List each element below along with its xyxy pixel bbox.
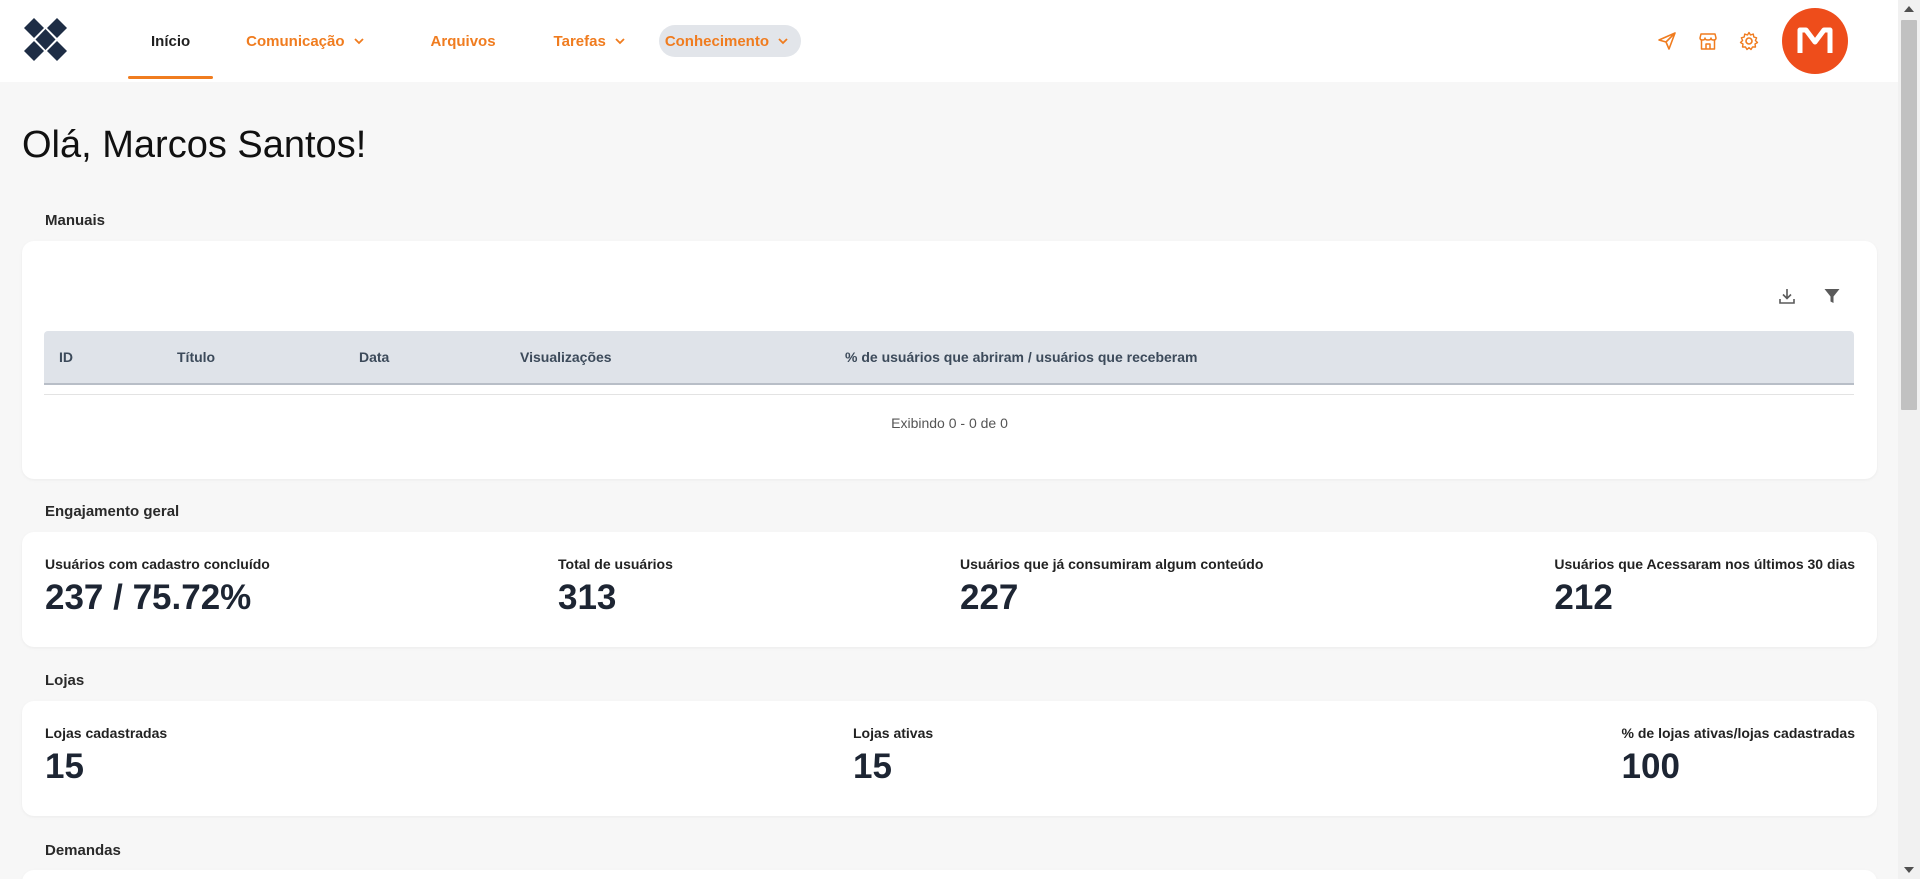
table-tools [1753,285,1843,307]
column-header-id[interactable]: ID [59,331,73,383]
stat-value: 100 [1621,747,1680,786]
chevron-down-icon [353,38,364,45]
chevron-down-icon [615,38,625,45]
gear-icon[interactable] [1738,30,1760,52]
filter-icon[interactable] [1821,285,1843,307]
stat-label: Usuários que Acessaram nos últimos 30 di… [1554,556,1855,572]
column-header-titulo[interactable]: Título [177,331,215,383]
stat-cadastro-concluido: Usuários com cadastro concluído 237 / 75… [45,556,270,618]
stat-value: 313 [558,578,617,617]
nav-conhecimento[interactable]: Conhecimento [658,0,801,82]
stat-value: 15 [45,747,84,786]
avatar-m-glyph [1797,27,1833,53]
stat-label: Total de usuários [558,556,673,572]
top-navbar: Início Comunicação Arquivos Tarefas Conh… [0,0,1898,82]
stat-label: Usuários que já consumiram algum conteúd… [960,556,1264,572]
manuais-table-header: ID Título Data Visualizações % de usuári… [44,331,1854,385]
download-icon[interactable] [1776,285,1798,307]
engajamento-card: Usuários com cadastro concluído 237 / 75… [22,532,1877,647]
nav-comunicacao[interactable]: Comunicação [223,0,387,82]
pagination-summary: Exibindo 0 - 0 de 0 [891,415,1008,431]
manuais-card: ID Título Data Visualizações % de usuári… [22,241,1877,479]
stat-value: 15 [853,747,892,786]
nav-conhecimento-pill: Conhecimento [658,25,801,57]
nav-inicio[interactable]: Início [128,0,214,82]
nav-comunicacao-label: Comunicação [246,32,345,50]
nav-tarefas-label: Tarefas [553,32,606,50]
nav-tarefas[interactable]: Tarefas [531,0,649,82]
table-divider [44,394,1854,395]
nav-conhecimento-label: Conhecimento [664,32,769,50]
stat-label: Usuários com cadastro concluído [45,556,270,572]
nav-inicio-label: Início [151,32,191,50]
page-scrollbar[interactable] [1898,0,1920,879]
send-icon[interactable] [1656,30,1678,52]
stat-lojas-cadastradas: Lojas cadastradas 15 [45,725,167,787]
nav-arquivos-label: Arquivos [430,32,496,50]
stat-label: Lojas cadastradas [45,725,168,741]
scroll-thumb[interactable] [1901,20,1917,410]
section-title-engajamento: Engajamento geral [45,503,180,520]
stat-value: 237 / 75.72% [45,578,252,617]
scroll-up-arrow[interactable] [1904,6,1914,12]
header-actions [1637,0,1848,82]
stat-acessaram-30-dias: Usuários que Acessaram nos últimos 30 di… [1554,556,1855,618]
stat-consumiram-conteudo: Usuários que já consumiram algum conteúd… [960,556,1263,618]
stat-value: 212 [1554,578,1613,617]
demandas-card [22,870,1877,879]
section-title-demandas: Demandas [45,842,121,859]
main-nav: Início Comunicação Arquivos Tarefas Conh… [128,0,801,82]
stat-value: 227 [960,578,1019,617]
logo-icon[interactable] [22,18,69,62]
stat-lojas-ativas: Lojas ativas 15 [853,725,933,787]
column-header-visualizacoes[interactable]: Visualizações [520,331,612,383]
column-header-percentual[interactable]: % de usuários que abriram / usuários que… [845,331,1197,383]
stat-total-usuarios: Total de usuários 313 [558,556,673,618]
lojas-card: Lojas cadastradas 15 Lojas ativas 15 % d… [22,701,1877,816]
stat-label: % de lojas ativas/lojas cadastradas [1621,725,1855,741]
column-header-data[interactable]: Data [359,331,389,383]
section-title-manuais: Manuais [45,212,106,229]
page-greeting: Olá, Marcos Santos! [22,124,367,166]
avatar[interactable] [1782,8,1848,74]
section-title-lojas: Lojas [45,672,85,689]
store-icon[interactable] [1697,30,1719,52]
scroll-down-arrow[interactable] [1904,867,1914,873]
stat-percentual-lojas-ativas: % de lojas ativas/lojas cadastradas 100 [1622,725,1855,787]
stat-label: Lojas ativas [853,725,934,741]
chevron-down-icon [778,38,788,45]
nav-arquivos[interactable]: Arquivos [408,0,519,82]
